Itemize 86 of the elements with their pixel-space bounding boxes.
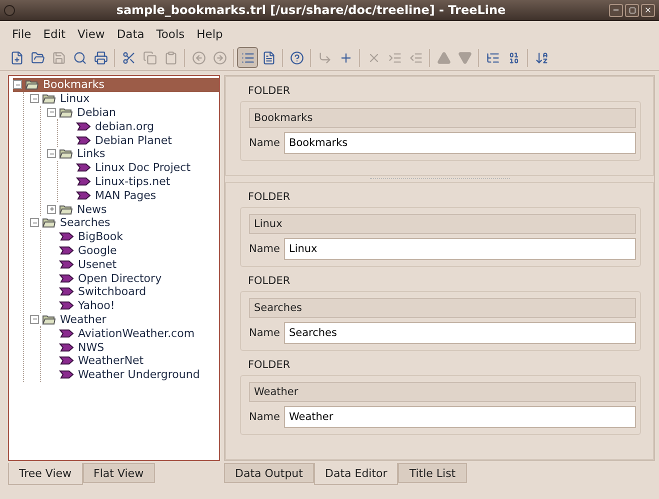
folder-icon [42,217,56,228]
folder-icon [42,314,56,325]
field-label: Name [249,410,280,422]
tree-item[interactable]: Weather [30,312,219,326]
window-menu-icon[interactable] [4,4,15,16]
bookmark-arrow-icon [76,190,91,200]
tab[interactable]: Data Output [224,463,314,483]
bookmark-arrow-icon [59,246,74,255]
bookmark-arrow-icon [59,232,74,242]
tab[interactable]: Flat View [82,463,155,483]
tree-item[interactable]: Debian [47,106,219,120]
tree-item[interactable]: Debian Planet [64,133,219,147]
folder-icon [59,106,73,118]
menu-item[interactable]: Help [190,25,229,43]
tree-item[interactable]: BigBook [47,230,219,244]
folder-icon [25,79,39,90]
tree-item[interactable]: Searches [30,216,219,230]
menu-item[interactable]: Tools [150,25,191,43]
tree-item[interactable]: Weather Underground [47,368,219,382]
menu-item[interactable]: Data [110,25,150,43]
tree-item[interactable]: Linux-tips.net [64,174,219,188]
collapse-icon[interactable] [30,314,39,324]
node-type-label: FOLDER [247,274,292,288]
tree-item[interactable]: Linux [30,92,219,106]
name-field[interactable]: Bookmarks [284,132,636,154]
tree-item[interactable]: Usenet [47,257,219,272]
node-type-label: FOLDER [247,85,292,99]
name-field[interactable]: Weather [284,406,636,428]
menu-item[interactable]: Edit [37,25,72,43]
node-type-label: FOLDER [247,358,292,372]
window-title: sample_bookmarks.trl [/usr/share/doc/treeline] - TreeLine [115,3,507,17]
tree-item[interactable]: Google [47,244,219,258]
field-label: Name [249,326,280,338]
bookmark-arrow-icon [76,122,91,131]
field-label: Name [249,137,280,149]
close-button[interactable] [641,4,655,16]
menu-item[interactable]: File [6,25,38,43]
collapse-icon[interactable] [47,149,56,158]
tree-item[interactable]: Bookmarks [13,78,219,92]
node-title: Linux [249,214,636,234]
node-title: Searches [249,298,636,318]
collapse-icon[interactable] [13,80,22,90]
close-icon [644,6,652,14]
tree-item[interactable]: Open Directory [47,271,219,285]
bookmark-arrow-icon [59,287,74,296]
tree-item[interactable]: MAN Pages [64,188,219,202]
tree-item[interactable]: Yahoo! [47,298,219,313]
bookmark-arrow-icon [59,274,74,283]
bookmark-arrow-icon [59,342,74,352]
tab[interactable]: Tree View [8,463,83,485]
node-title: Bookmarks [249,108,636,128]
tab[interactable]: Title List [398,463,467,483]
bookmark-arrow-icon [59,370,74,380]
node-title: Weather [249,382,636,402]
tree-item[interactable]: Linux Doc Project [64,160,219,175]
bookmark-arrow-icon [59,260,74,269]
bookmark-arrow-icon [76,176,91,186]
field-label: Name [249,242,280,254]
maximize-button[interactable] [625,4,639,16]
bookmark-arrow-icon [59,328,74,338]
tree-item[interactable]: WeatherNet [47,354,219,368]
name-field[interactable]: Searches [284,322,636,344]
folder-icon [59,204,73,215]
menu-item[interactable]: View [72,25,111,43]
bookmark-arrow-icon [76,163,91,172]
expand-icon[interactable] [47,204,56,214]
node-type-label: FOLDER [247,190,292,204]
bookmark-arrow-icon [59,356,74,366]
list-icon[interactable] [237,47,258,68]
tab[interactable]: Data Editor [314,463,398,485]
tree-item[interactable]: NWS [47,340,219,354]
tree-item[interactable]: Switchboard [47,284,219,299]
tree-item[interactable]: debian.org [64,119,219,134]
collapse-icon[interactable] [47,108,56,117]
tree-item[interactable]: Links [47,146,219,161]
bookmark-arrow-icon [59,301,74,310]
bookmark-arrow-icon [76,136,91,145]
collapse-icon[interactable] [30,218,39,228]
minimize-button[interactable] [609,4,623,16]
folder-icon [59,148,73,160]
collapse-icon[interactable] [30,94,39,104]
tree-item[interactable]: News [47,202,219,216]
name-field[interactable]: Linux [284,238,636,260]
maximize-icon [628,6,636,14]
folder-icon [42,93,56,104]
tree-item[interactable]: AviationWeather.com [47,326,219,340]
